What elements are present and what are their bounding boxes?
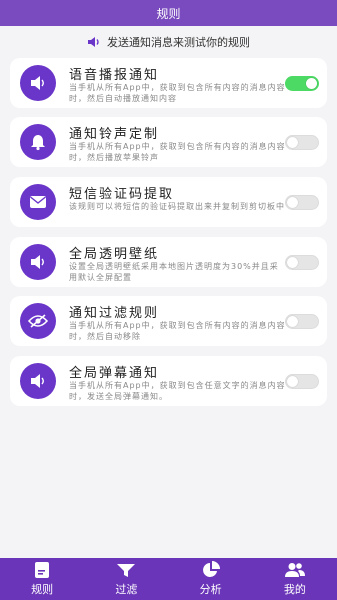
mail-icon xyxy=(20,184,56,220)
rule-desc: 当手机从所有App中，获取到包含所有内容的消息内容时，然后自动播放通知内容 xyxy=(69,83,286,103)
rule-card-ringtone[interactable]: 通知铃声定制 当手机从所有App中，获取到包含所有内容的消息内容时，然后播放苹果… xyxy=(10,117,327,167)
speaker-icon xyxy=(20,363,56,399)
page-title: 规则 xyxy=(156,6,181,21)
rule-desc: 当手机从所有App中，获取到包含所有内容的消息内容时，然后播放苹果铃声 xyxy=(69,142,286,162)
rule-toggle[interactable] xyxy=(285,195,319,210)
tab-rules[interactable]: 规则 xyxy=(0,558,84,600)
tab-mine[interactable]: 我的 xyxy=(253,558,337,600)
users-icon xyxy=(284,561,305,579)
rule-toggle[interactable] xyxy=(285,135,319,150)
document-icon xyxy=(34,561,50,579)
tab-label: 过滤 xyxy=(115,583,138,596)
rule-toggle[interactable] xyxy=(285,255,319,270)
eye-off-icon xyxy=(20,303,56,339)
rule-card-filter[interactable]: 通知过滤规则 当手机从所有App中，获取到包含所有内容的消息内容时，然后自动移除 xyxy=(10,296,327,346)
filter-icon xyxy=(116,561,136,579)
rule-title: 全局透明壁纸 xyxy=(69,247,160,262)
page-header: 规则 xyxy=(0,0,337,26)
bell-icon xyxy=(20,124,56,160)
rule-title: 短信验证码提取 xyxy=(69,187,175,202)
rule-desc: 当手机从所有App中，获取到包含所有内容的消息内容时，然后自动移除 xyxy=(69,321,286,341)
rule-desc: 设置全局透明壁纸采用本地图片透明度为30%并且采用默认全屏配置 xyxy=(69,262,279,282)
rule-card-barrage[interactable]: 全局弹幕通知 当手机从所有App中，获取到包含任意文字的消息内容时，发送全局弹幕… xyxy=(10,356,327,406)
rule-desc: 当手机从所有App中，获取到包含任意文字的消息内容时，发送全局弹幕通知。 xyxy=(69,381,286,401)
speaker-icon xyxy=(20,65,56,101)
tab-label: 分析 xyxy=(199,583,222,596)
bottom-tab-bar: 规则 过滤 分析 我的 xyxy=(0,558,337,600)
rule-toggle[interactable] xyxy=(285,314,319,329)
rule-title: 全局弹幕通知 xyxy=(69,366,160,381)
tab-analysis[interactable]: 分析 xyxy=(169,558,253,600)
rule-title: 语音播报通知 xyxy=(69,68,160,83)
tab-filter[interactable]: 过滤 xyxy=(84,558,168,600)
speaker-icon xyxy=(87,36,101,48)
rule-toggle[interactable] xyxy=(285,374,319,389)
tab-label: 我的 xyxy=(283,583,306,596)
rule-toggle[interactable] xyxy=(285,76,319,91)
rule-title: 通知过滤规则 xyxy=(69,306,160,321)
test-rules-text: 发送通知消息来测试你的规则 xyxy=(107,36,250,49)
rule-card-sms-code[interactable]: 短信验证码提取 该规则可以将短信的验证码提取出来并复制到剪切板中 xyxy=(10,177,327,227)
rule-card-voice-broadcast[interactable]: 语音播报通知 当手机从所有App中，获取到包含所有内容的消息内容时，然后自动播放… xyxy=(10,58,327,108)
rule-title: 通知铃声定制 xyxy=(69,127,160,142)
rule-desc: 该规则可以将短信的验证码提取出来并复制到剪切板中 xyxy=(69,202,285,211)
rule-card-wallpaper[interactable]: 全局透明壁纸 设置全局透明壁纸采用本地图片透明度为30%并且采用默认全屏配置 xyxy=(10,237,327,287)
pie-chart-icon xyxy=(202,561,220,579)
tab-label: 规则 xyxy=(31,583,54,596)
test-rules-hint[interactable]: 发送通知消息来测试你的规则 xyxy=(0,32,337,52)
speaker-icon xyxy=(20,244,56,280)
